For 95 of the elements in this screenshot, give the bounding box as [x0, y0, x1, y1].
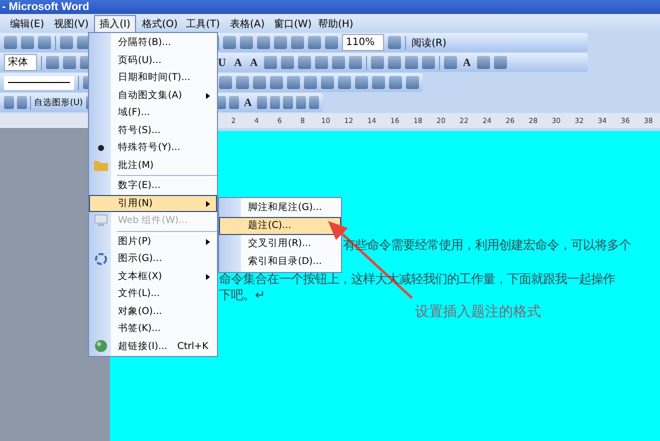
square-icon[interactable]: [63, 56, 76, 69]
folder-icon: [94, 159, 108, 172]
monitor-icon: [94, 214, 108, 228]
square-icon[interactable]: [388, 56, 401, 69]
menu-item[interactable]: 域(F)...: [89, 104, 217, 122]
square-icon[interactable]: [21, 36, 34, 49]
toolbar-button[interactable]: A: [248, 56, 260, 68]
menu-item[interactable]: 交叉引用(R)...: [219, 235, 341, 253]
menu-item[interactable]: 引用(N): [89, 194, 217, 212]
square-icon[interactable]: [228, 96, 239, 109]
menu-item[interactable]: 对象(O)...: [89, 302, 217, 320]
menu-bar-item[interactable]: 编辑(E): [6, 14, 48, 32]
cycle-icon: [94, 252, 108, 266]
menu-item[interactable]: 文件(L)...: [89, 285, 217, 302]
square-icon[interactable]: [219, 76, 232, 89]
square-icon[interactable]: [372, 76, 385, 89]
menu-item[interactable]: 书签(K)...: [89, 320, 217, 338]
square-icon[interactable]: [4, 96, 14, 109]
square-icon[interactable]: [338, 76, 351, 89]
square-icon[interactable]: [223, 36, 236, 49]
menu-item[interactable]: 日期和时间(T)...: [89, 69, 217, 86]
square-icon[interactable]: [257, 36, 270, 49]
window-title: - Microsoft Word: [2, 1, 90, 13]
menu-item[interactable]: 分隔符(B)...: [89, 34, 217, 52]
square-icon[interactable]: [60, 36, 73, 49]
square-icon[interactable]: [287, 76, 300, 89]
square-icon[interactable]: [270, 76, 283, 89]
square-icon[interactable]: [314, 56, 328, 69]
square-icon[interactable]: [388, 36, 401, 49]
square-icon[interactable]: [240, 36, 253, 49]
menu-item[interactable]: 数字(E)...: [89, 177, 217, 194]
square-icon[interactable]: [46, 56, 59, 69]
square-icon[interactable]: [444, 56, 457, 69]
square-icon[interactable]: [280, 56, 294, 69]
square-icon[interactable]: [296, 96, 306, 109]
toolbar-button[interactable]: A: [460, 56, 473, 68]
square-icon[interactable]: [256, 96, 267, 109]
square-icon[interactable]: [291, 36, 304, 49]
square-icon[interactable]: [17, 96, 27, 109]
menu-item[interactable]: 脚注和尾注(G)...: [219, 199, 341, 217]
menu-item[interactable]: 符号(S)...: [89, 122, 217, 139]
document-text: 有些命令需要经常使用，利用创建宏命令，可以将多个: [343, 237, 631, 253]
square-icon[interactable]: [494, 56, 507, 69]
menu-item[interactable]: 批注(M): [89, 156, 217, 174]
square-icon[interactable]: [282, 96, 293, 109]
menu-item[interactable]: 文本框(X): [89, 268, 217, 285]
menu-item[interactable]: 自动图文集(A): [89, 86, 217, 104]
square-icon[interactable]: [308, 96, 319, 109]
menu-bar-item[interactable]: 表格(A): [226, 14, 268, 32]
combo-field[interactable]: 110%: [342, 34, 384, 51]
square-icon[interactable]: [298, 56, 311, 69]
square-icon[interactable]: [236, 76, 249, 89]
square-icon[interactable]: [348, 56, 362, 69]
toolbar-button[interactable]: 阅读(R): [410, 36, 448, 50]
square-icon[interactable]: [4, 36, 17, 49]
menu-item[interactable]: 页码(U)...: [89, 52, 217, 69]
globe-icon: [94, 338, 108, 354]
menu-bar-item[interactable]: 视图(V): [50, 14, 92, 32]
combo-field[interactable]: 宋体: [4, 54, 37, 71]
menu-bar-item[interactable]: 格式(O): [138, 14, 180, 32]
square-icon[interactable]: [389, 76, 402, 89]
square-icon[interactable]: [355, 76, 368, 89]
document-text: 下吧。↵: [219, 287, 266, 303]
toolbar-button[interactable]: A: [232, 56, 244, 68]
square-icon[interactable]: [332, 56, 345, 69]
bullet-icon: [98, 144, 104, 151]
square-icon[interactable]: [274, 36, 287, 49]
menu-bar-item[interactable]: 插入(I): [94, 14, 136, 32]
toolbar-button[interactable]: U: [216, 56, 228, 68]
square-icon[interactable]: [476, 56, 490, 69]
square-icon[interactable]: [404, 56, 418, 69]
menu-item[interactable]: 索引和目录(D)...: [219, 253, 341, 271]
square-icon[interactable]: [422, 56, 435, 69]
toolbar-button[interactable]: 自选图形(U): [34, 96, 83, 108]
menu-item[interactable]: 特殊符号(Y)...: [89, 139, 217, 156]
menu-item[interactable]: 题注(C)...: [219, 217, 341, 235]
menu-bar-item[interactable]: 帮助(H): [314, 14, 356, 32]
line-style-field[interactable]: [4, 76, 74, 90]
menu-bar-item[interactable]: 工具(T): [182, 14, 224, 32]
menu-item[interactable]: 超链接(I)... Ctrl+K: [89, 338, 217, 355]
annotation-text: 设置插入题注的格式: [415, 303, 541, 321]
square-icon[interactable]: [406, 76, 419, 89]
menu-item[interactable]: 图示(G)...: [89, 250, 217, 268]
menu-item[interactable]: 图片(P): [89, 232, 217, 250]
square-icon[interactable]: [370, 56, 384, 69]
square-icon[interactable]: [304, 76, 317, 89]
square-icon[interactable]: [38, 36, 51, 49]
square-icon[interactable]: [264, 56, 277, 69]
square-icon[interactable]: [253, 76, 266, 89]
menu-bar-item[interactable]: 窗口(W): [270, 14, 312, 32]
square-icon[interactable]: [270, 96, 280, 109]
toolbar-button[interactable]: A: [242, 96, 254, 108]
square-icon[interactable]: [321, 76, 334, 89]
square-icon[interactable]: [308, 36, 321, 49]
square-icon[interactable]: [325, 36, 338, 49]
